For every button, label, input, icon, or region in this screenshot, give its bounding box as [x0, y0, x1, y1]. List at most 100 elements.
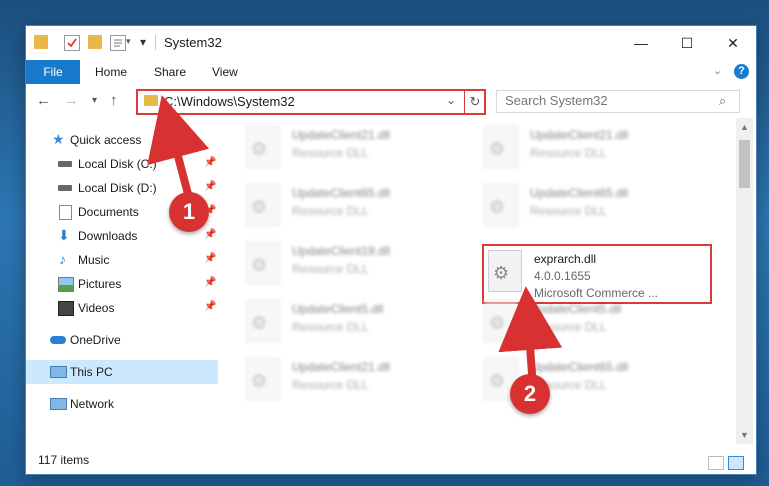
- sidebar-item-label: This PC: [70, 365, 113, 379]
- file-name: UpdateClient5.dll: [530, 302, 622, 316]
- dll-file-icon: ⚙: [484, 184, 518, 226]
- file-list: ⚙ UpdateClient21.dll Resource DLL ⚙ Upda…: [226, 118, 736, 444]
- navigation-bar: ← → ▾ ↑ C:\Windows\System32 ⌄ ↻ ⌕: [26, 84, 756, 118]
- dll-file-icon: ⚙: [246, 242, 280, 284]
- recent-locations-icon[interactable]: ▾: [92, 95, 97, 106]
- file-name: UpdateClient65.dll: [292, 186, 391, 200]
- sidebar-item-network[interactable]: Network: [26, 392, 218, 416]
- address-dropdown-icon[interactable]: ⌄: [446, 93, 456, 107]
- file-name: UpdateClient21.dll: [292, 128, 391, 142]
- file-type: Resource DLL: [292, 204, 369, 218]
- sidebar-item-label: Pictures: [78, 277, 122, 291]
- tab-home[interactable]: Home: [95, 60, 127, 84]
- music-icon: ♪: [59, 251, 66, 267]
- sidebar-item-label: Network: [70, 397, 115, 411]
- address-bar[interactable]: C:\Windows\System32 ⌄ ↻: [136, 89, 486, 115]
- sidebar-item-label: Downloads: [78, 229, 138, 243]
- new-folder-icon[interactable]: [88, 35, 102, 49]
- list-item[interactable]: ⚙ UpdateClient5.dll Resource DLL: [484, 300, 704, 356]
- large-icons-view-icon[interactable]: [728, 456, 744, 470]
- sidebar-item-local-disk-c[interactable]: Local Disk (C:) 📌: [26, 152, 218, 176]
- dll-file-icon: ⚙: [246, 300, 280, 342]
- file-name: UpdateClient65.dll: [530, 186, 629, 200]
- address-path[interactable]: C:\Windows\System32: [164, 94, 295, 109]
- quick-access-dropdown-icon[interactable]: ▾: [140, 35, 146, 49]
- highlight-box: [482, 244, 712, 304]
- list-item[interactable]: ⚙ UpdateClient5.dll Resource DLL: [246, 300, 466, 356]
- tab-file[interactable]: File: [26, 60, 80, 84]
- sidebar-item-label: Videos: [78, 301, 115, 315]
- sidebar-item-label: Local Disk (D:): [78, 181, 157, 195]
- dll-file-icon: ⚙: [246, 126, 280, 168]
- folder-icon: [34, 35, 48, 49]
- search-icon[interactable]: ⌕: [719, 93, 726, 109]
- status-bar: 117 items: [26, 444, 756, 474]
- file-type: Resource DLL: [530, 204, 607, 218]
- scroll-down-icon[interactable]: ▼: [740, 430, 749, 440]
- file-type: Resource DLL: [292, 146, 369, 160]
- pin-icon[interactable]: 📌: [204, 301, 216, 312]
- pin-icon[interactable]: 📌: [204, 253, 216, 264]
- chevron-down-icon[interactable]: ▾: [126, 36, 131, 47]
- window-title: System32: [164, 35, 222, 50]
- maximize-button[interactable]: ☐: [664, 26, 710, 60]
- up-arrow-icon[interactable]: ↑: [110, 92, 118, 109]
- dll-file-icon: ⚙: [246, 358, 280, 400]
- videos-icon: [58, 301, 74, 316]
- sidebar-item-onedrive[interactable]: OneDrive: [26, 328, 218, 352]
- list-item[interactable]: ⚙ UpdateClient21.dll Resource DLL: [246, 358, 466, 414]
- sidebar-item-pictures[interactable]: Pictures 📌: [26, 272, 218, 296]
- list-item[interactable]: ⚙ UpdateClient19.dll Resource DLL: [246, 242, 466, 298]
- ribbon: File Home Share View ⌄ ?: [26, 60, 756, 85]
- back-arrow-icon[interactable]: ←: [36, 92, 51, 109]
- customize-toolbar-icon[interactable]: [110, 35, 126, 51]
- pin-icon[interactable]: 📌: [204, 229, 216, 240]
- drive-icon: [58, 185, 72, 191]
- pin-icon[interactable]: 📌: [204, 181, 216, 192]
- pin-icon[interactable]: 📌: [204, 157, 216, 168]
- list-item[interactable]: ⚙ UpdateClient65.dll Resource DLL: [246, 184, 466, 240]
- search-box[interactable]: ⌕: [496, 90, 740, 113]
- downloads-icon: ⬇: [58, 227, 70, 243]
- list-item[interactable]: ⚙ UpdateClient21.dll Resource DLL: [484, 126, 704, 182]
- list-item[interactable]: ⚙ UpdateClient65.dll Resource DLL: [484, 184, 704, 240]
- scrollbar-thumb[interactable]: [739, 140, 750, 188]
- search-input[interactable]: [505, 93, 705, 108]
- pictures-icon: [58, 277, 74, 292]
- folder-icon: [144, 95, 158, 106]
- scroll-up-icon[interactable]: ▲: [740, 122, 749, 132]
- file-type: Resource DLL: [292, 262, 369, 276]
- tab-view[interactable]: View: [212, 60, 238, 84]
- sidebar-item-this-pc[interactable]: This PC: [26, 360, 218, 384]
- file-name: UpdateClient65.dll: [530, 360, 629, 374]
- refresh-icon[interactable]: ↻: [464, 91, 485, 113]
- cloud-icon: [50, 336, 66, 344]
- details-view-icon[interactable]: [708, 456, 724, 470]
- file-type: Resource DLL: [292, 320, 369, 334]
- sidebar-item-videos[interactable]: Videos 📌: [26, 296, 218, 320]
- help-icon[interactable]: ?: [734, 64, 749, 79]
- documents-icon: [59, 205, 72, 220]
- sidebar-item-music[interactable]: ♪ Music 📌: [26, 248, 218, 272]
- vertical-scrollbar[interactable]: ▲ ▼: [736, 118, 753, 444]
- forward-arrow-icon[interactable]: →: [64, 92, 79, 109]
- title-bar: ▾ ▾ System32 — ☐ ✕: [26, 26, 756, 60]
- pin-icon[interactable]: 📌: [204, 277, 216, 288]
- tab-share[interactable]: Share: [154, 60, 186, 84]
- list-item[interactable]: ⚙ UpdateClient21.dll Resource DLL: [246, 126, 466, 182]
- properties-icon[interactable]: [64, 35, 80, 51]
- computer-icon: [50, 366, 67, 378]
- callout-2: 2: [510, 374, 550, 414]
- file-name: UpdateClient5.dll: [292, 302, 384, 316]
- file-name: UpdateClient21.dll: [292, 360, 391, 374]
- sidebar-item-quick-access[interactable]: ★ Quick access: [26, 128, 218, 152]
- item-count: 117 items: [38, 453, 90, 467]
- dll-file-icon: ⚙: [484, 300, 518, 342]
- dll-file-icon: ⚙: [246, 184, 280, 226]
- close-button[interactable]: ✕: [710, 26, 756, 60]
- network-icon: [50, 398, 67, 410]
- expand-ribbon-icon[interactable]: ⌄: [713, 64, 722, 77]
- minimize-button[interactable]: —: [618, 26, 664, 60]
- drive-icon: [58, 161, 72, 167]
- file-type: Resource DLL: [292, 378, 369, 392]
